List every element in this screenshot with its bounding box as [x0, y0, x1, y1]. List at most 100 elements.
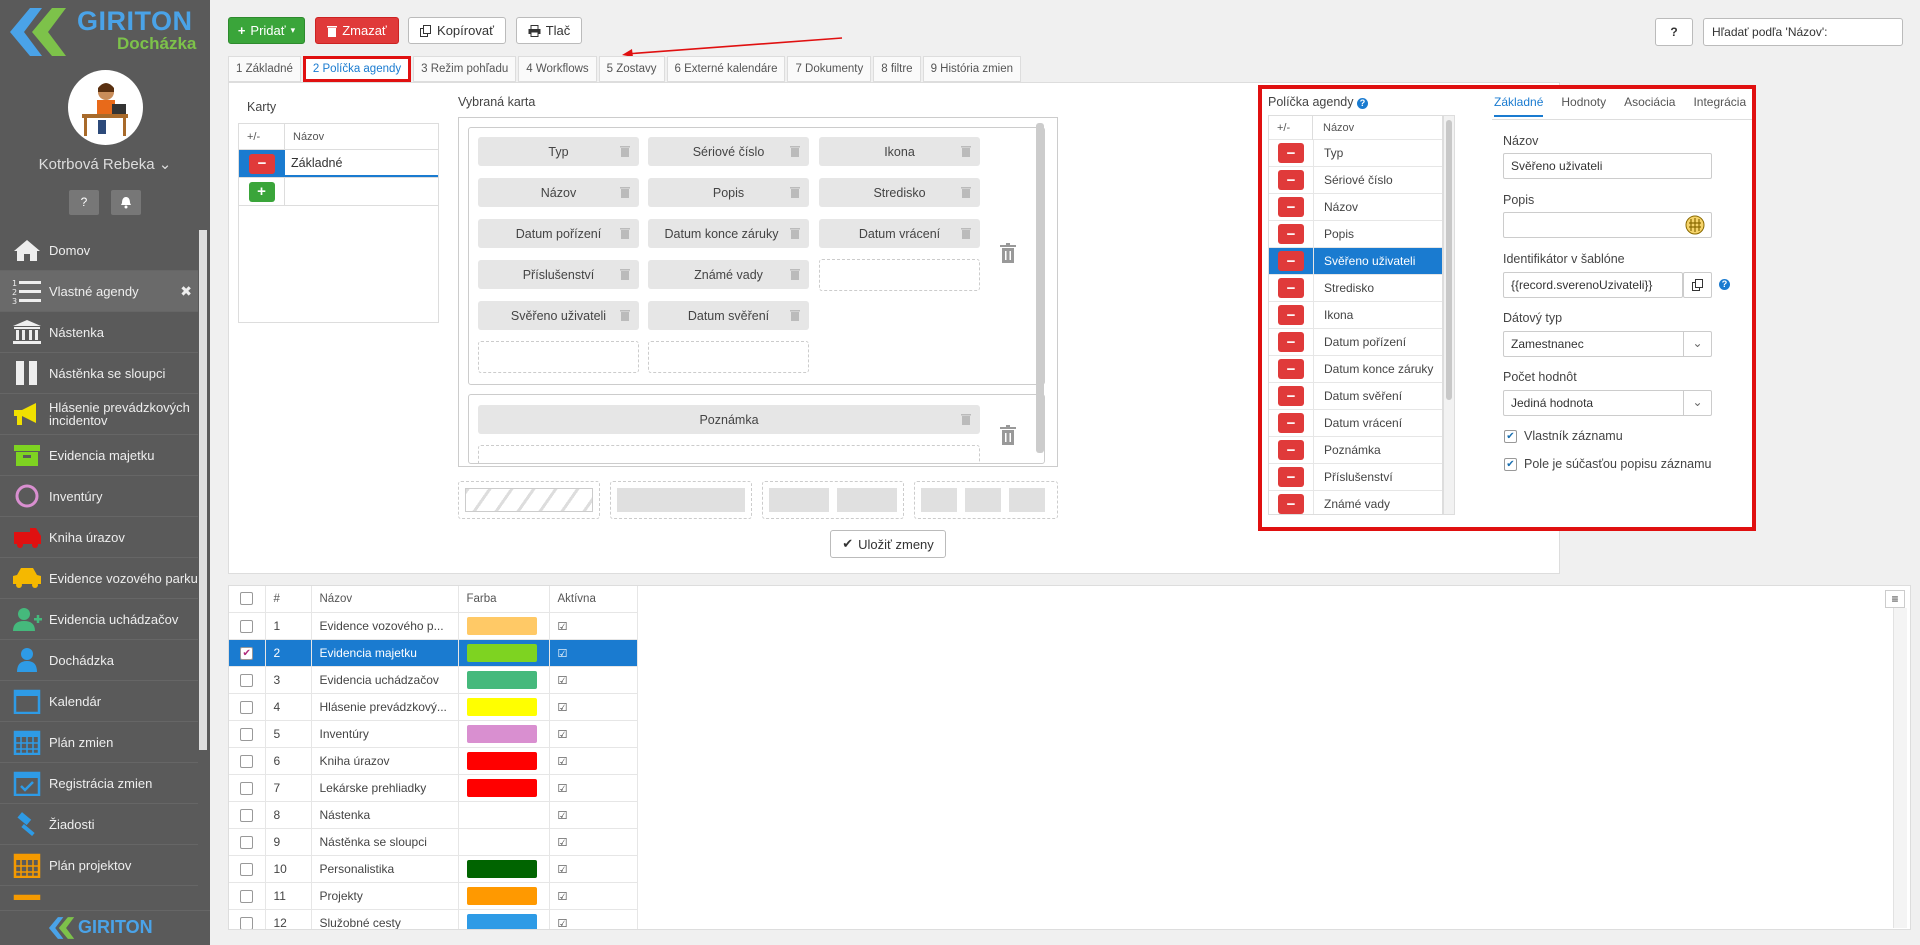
logo[interactable]: GIRITON Docházka [0, 0, 210, 62]
delete-group-icon[interactable] [1000, 243, 1016, 263]
trash-icon[interactable] [961, 227, 971, 239]
empty-slot[interactable] [819, 259, 980, 291]
remove-field-button[interactable]: − [1278, 440, 1304, 460]
grid-scrollbar[interactable] [1893, 608, 1907, 928]
remove-field-button[interactable]: − [1278, 467, 1304, 487]
field-datum-konce-zaruky[interactable]: Datum konce záruky [648, 219, 809, 248]
search-input[interactable] [1703, 18, 1903, 46]
owner-checkbox[interactable]: ✔ [1504, 430, 1517, 443]
tab-props-hodnoty[interactable]: Hodnoty [1561, 95, 1606, 117]
nav-item-more[interactable] [0, 886, 198, 900]
nav-item-kniha-urazov[interactable]: Kniha úrazov [0, 517, 198, 558]
field-list-row[interactable]: − Sériové číslo [1269, 166, 1442, 194]
field-list-row[interactable]: − Datum svěření [1269, 382, 1442, 410]
field-list-row[interactable]: − Názov [1269, 193, 1442, 221]
tab-zakladne[interactable]: 1 Základné [228, 56, 301, 82]
remove-field-button[interactable]: − [1278, 386, 1304, 406]
empty-slot[interactable] [478, 341, 639, 373]
field-list-row[interactable]: − Typ [1269, 139, 1442, 167]
add-button[interactable]: + Pridať ▾ [228, 17, 305, 44]
field-seriove-cislo[interactable]: Sériové číslo [648, 137, 809, 166]
trash-icon[interactable] [790, 227, 800, 239]
row-checkbox[interactable] [240, 808, 254, 822]
table-row[interactable]: 12 Služobné cesty ☑ [229, 909, 638, 929]
empty-slot[interactable] [478, 445, 980, 463]
field-list-row[interactable]: − Popis [1269, 220, 1442, 248]
layout-template-wide[interactable] [610, 481, 752, 519]
field-list-row[interactable]: − Datum konce záruky [1269, 355, 1442, 383]
description-part-checkbox[interactable]: ✔ [1504, 458, 1517, 471]
karty-row[interactable]: − Základné [239, 150, 438, 178]
nav-item-evidencia-majetku[interactable]: Evidencia majetku [0, 435, 198, 476]
row-checkbox[interactable] [240, 619, 254, 633]
nav-item-vlastne-agendy[interactable]: 123 Vlastné agendy ✖ [0, 271, 198, 312]
trash-icon[interactable] [620, 268, 630, 280]
fields-list-scrollbar[interactable] [1443, 115, 1455, 515]
trash-icon[interactable] [790, 186, 800, 198]
nav-item-plan-projektov[interactable]: Plán projektov [0, 845, 198, 886]
identifier-input[interactable] [1503, 272, 1683, 298]
tab-historia-zmien[interactable]: 9 História zmien [922, 56, 1022, 82]
field-poznamka[interactable]: Poznámka [478, 405, 980, 434]
description-input[interactable] [1503, 212, 1712, 238]
field-list-row[interactable]: − Datum pořízení [1269, 328, 1442, 356]
table-row[interactable]: 11 Projekty ☑ [229, 882, 638, 910]
row-checkbox[interactable] [240, 673, 254, 687]
tab-props-zakladne[interactable]: Základné [1494, 95, 1544, 117]
language-picker-icon[interactable] [1685, 215, 1705, 235]
nav-item-domov[interactable]: Domov [0, 230, 198, 271]
trash-icon[interactable] [961, 145, 971, 157]
field-zname-vady[interactable]: Známé vady [648, 260, 809, 289]
print-button[interactable]: Tlač [516, 17, 582, 44]
row-checkbox[interactable] [240, 781, 254, 795]
grid-menu-button[interactable]: ≡ [1885, 590, 1905, 608]
remove-field-button[interactable]: − [1278, 224, 1304, 244]
row-checkbox[interactable]: ✔ [240, 646, 254, 660]
table-row[interactable]: 5 Inventúry ☑ [229, 720, 638, 748]
save-changes-button[interactable]: ✔ Uložiť zmeny [830, 530, 946, 558]
nav-item-inventury[interactable]: Inventúry [0, 476, 198, 517]
col-color[interactable]: Farba [458, 586, 550, 613]
field-ikona[interactable]: Ikona [819, 137, 980, 166]
nav-item-kalendar[interactable]: Kalendár [0, 681, 198, 722]
field-typ[interactable]: Typ [478, 137, 639, 166]
nav-item-uchadzaci[interactable]: Evidencia uchádzačov [0, 599, 198, 640]
layout-template-2col[interactable] [762, 481, 904, 519]
trash-icon[interactable] [790, 309, 800, 321]
trash-icon[interactable] [620, 309, 630, 321]
nav-item-registracia-zmien[interactable]: Registrácia zmien [0, 763, 198, 804]
field-list-row[interactable]: − Stredisko [1269, 274, 1442, 302]
table-row[interactable]: 8 Nástenka ☑ [229, 801, 638, 829]
row-checkbox[interactable] [240, 835, 254, 849]
field-popis[interactable]: Popis [648, 178, 809, 207]
user-name[interactable]: Kotrbová Rebeka ⌄ [0, 155, 210, 173]
remove-field-button[interactable]: − [1278, 278, 1304, 298]
trash-icon[interactable] [961, 186, 971, 198]
tab-props-asociacia[interactable]: Asociácia [1624, 95, 1675, 117]
field-stredisko[interactable]: Stredisko [819, 178, 980, 207]
remove-field-button[interactable]: − [1278, 494, 1304, 514]
row-checkbox[interactable] [240, 862, 254, 876]
table-row[interactable]: ✔ 2 Evidencia majetku ☑ [229, 639, 638, 667]
field-datum-porizeni[interactable]: Datum pořízení [478, 219, 639, 248]
tab-filtre[interactable]: 8 filtre [873, 56, 921, 82]
col-number[interactable]: # [265, 586, 312, 613]
field-list-row[interactable]: − Příslušenství [1269, 463, 1442, 491]
remove-card-button[interactable]: − [249, 153, 275, 174]
select-all-checkbox[interactable] [240, 592, 254, 606]
table-row[interactable]: 6 Kniha úrazov ☑ [229, 747, 638, 775]
trash-icon[interactable] [620, 227, 630, 239]
remove-field-button[interactable]: − [1278, 143, 1304, 163]
col-active[interactable]: Aktívna [549, 586, 638, 613]
remove-field-button[interactable]: − [1278, 413, 1304, 433]
tab-workflows[interactable]: 4 Workflows [518, 56, 597, 82]
remove-field-button[interactable]: − [1278, 359, 1304, 379]
nav-item-dochadzka[interactable]: Dochádzka [0, 640, 198, 681]
field-datum-vraceni[interactable]: Datum vrácení [819, 219, 980, 248]
empty-slot[interactable] [648, 341, 809, 373]
remove-field-button[interactable]: − [1278, 197, 1304, 217]
nav-item-hlasenie[interactable]: Hlásenie prevádzkových incidentov [0, 394, 198, 435]
row-checkbox[interactable] [240, 754, 254, 768]
value-count-select[interactable]: Jediná hodnota ⌄ [1503, 390, 1712, 416]
delete-button[interactable]: Zmazať [315, 17, 399, 44]
